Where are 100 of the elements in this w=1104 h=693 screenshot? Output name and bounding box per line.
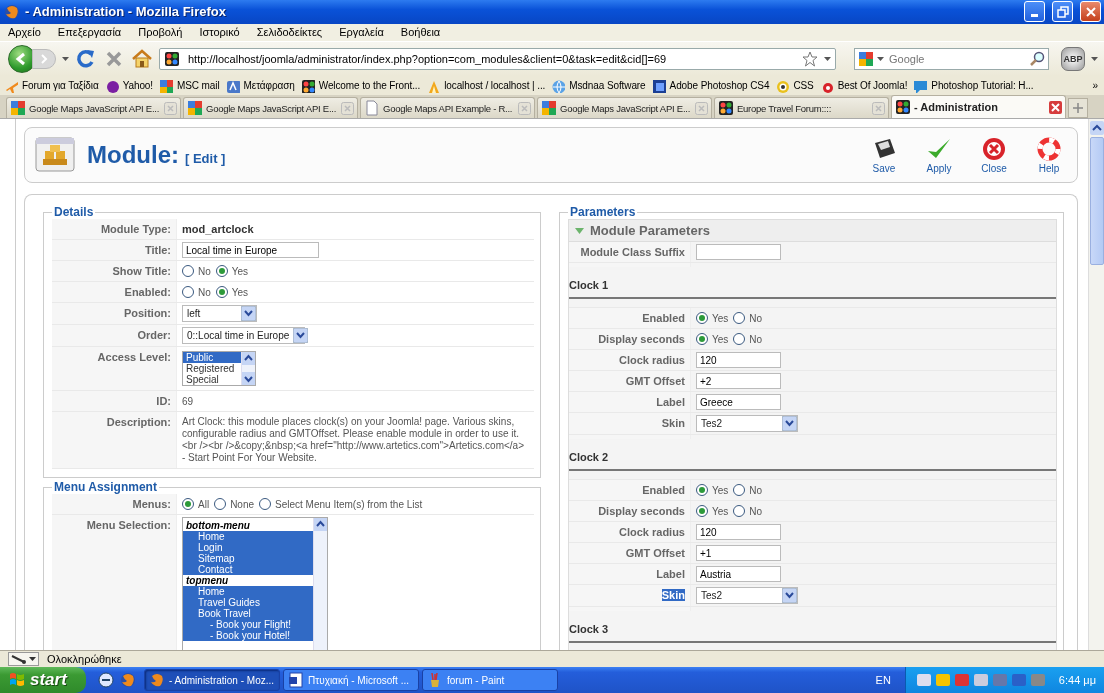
close-button[interactable]: [1080, 1, 1101, 23]
search-icon[interactable]: [1029, 50, 1045, 67]
text-field[interactable]: Greece: [696, 394, 781, 411]
radio-label[interactable]: No: [198, 265, 211, 277]
radio-button[interactable]: [696, 505, 708, 518]
list-option[interactable]: Login: [183, 542, 313, 554]
list-option[interactable]: - Book your Hotel!: [183, 630, 313, 642]
radio-button[interactable]: [215, 286, 228, 299]
language-indicator[interactable]: EN: [875, 674, 891, 686]
close-tab-icon[interactable]: [1049, 100, 1062, 114]
radio-label[interactable]: No: [749, 312, 763, 324]
taskbar-button[interactable]: Πτυχιακή - Microsoft ...: [283, 669, 419, 691]
search-bar[interactable]: Google: [854, 47, 1049, 70]
text-field[interactable]: [696, 244, 781, 261]
bookmarks-overflow-button[interactable]: »: [1092, 80, 1098, 92]
text-field[interactable]: +1: [696, 545, 781, 562]
bookmark[interactable]: Best Of Joomla!: [819, 78, 908, 93]
radio-button[interactable]: [696, 333, 708, 346]
list-option[interactable]: Contact: [183, 564, 313, 576]
radio-label[interactable]: All: [198, 498, 210, 510]
reload-button[interactable]: [75, 47, 97, 70]
radio-label[interactable]: Yes: [712, 312, 729, 324]
quick-launch-globe-icon[interactable]: [98, 672, 114, 688]
bookmark[interactable]: Photoshop Tutorial: H...: [913, 78, 1034, 93]
bookmark[interactable]: localhost / localhost | ...: [426, 78, 546, 93]
list-option[interactable]: Travel Guides: [183, 597, 313, 609]
taskbar-button[interactable]: forum - Paint: [422, 669, 558, 691]
radio-label[interactable]: Select Menu Item(s) from the List: [275, 498, 423, 510]
list-box[interactable]: Public Registered Special: [182, 351, 256, 387]
menu-list-box[interactable]: bottom-menu Home Login Sitemap Contact topmenu Home Travel Guides Book Travel - Book your Flight! - Book your Hotel!: [182, 517, 328, 651]
browser-tab[interactable]: Google Maps API Example - R...: [360, 97, 535, 119]
radio-label[interactable]: No: [198, 286, 211, 298]
close-button[interactable]: Close: [974, 136, 1014, 174]
radio-label[interactable]: Yes: [231, 265, 249, 277]
radio-button[interactable]: [733, 333, 746, 346]
bookmark[interactable]: Welcome to the Front...: [300, 78, 421, 93]
bookmark[interactable]: Adobe Photoshop CS4: [651, 78, 770, 93]
help-button[interactable]: Help: [1029, 136, 1069, 174]
radio-label[interactable]: Yes: [712, 333, 729, 345]
radio-label[interactable]: None: [230, 498, 255, 510]
start-button[interactable]: start: [0, 667, 86, 693]
caret-icon[interactable]: [877, 56, 884, 61]
star-icon[interactable]: [802, 50, 818, 67]
caret-icon[interactable]: [824, 56, 831, 61]
menu-item[interactable]: Εργαλεία: [339, 26, 384, 39]
radio-label[interactable]: Yes: [231, 286, 249, 298]
address-field[interactable]: http://localhost/joomla/administrator/index.php?option=com_modules&client=0&task=edit&cid[]=69: [186, 51, 796, 66]
radio-button[interactable]: [696, 312, 708, 325]
restore-button[interactable]: [1052, 1, 1073, 23]
list-option[interactable]: Special: [183, 374, 241, 386]
menu-item[interactable]: Ιστορικό: [199, 26, 240, 39]
home-button[interactable]: [131, 47, 153, 70]
list-option[interactable]: Home: [183, 531, 313, 543]
bookmark[interactable]: MSC mail: [159, 78, 220, 93]
radio-button[interactable]: [259, 498, 272, 511]
dropdown[interactable]: left: [182, 305, 257, 323]
dropdown[interactable]: Tes2: [696, 587, 798, 605]
tray-icon[interactable]: [915, 672, 932, 688]
radio-button[interactable]: [696, 484, 708, 497]
text-field[interactable]: +2: [696, 373, 781, 390]
radio-button[interactable]: [182, 265, 194, 278]
apply-button[interactable]: Apply: [919, 136, 959, 174]
menu-item[interactable]: Αρχείο: [8, 26, 41, 39]
menu-item[interactable]: Σελιδοδείκτες: [256, 26, 323, 39]
browser-tab[interactable]: Google Maps JavaScript API E...: [6, 97, 181, 119]
search-field[interactable]: Google: [887, 51, 1026, 66]
list-option[interactable]: Registered: [183, 363, 241, 375]
list-option[interactable]: Book Travel: [183, 608, 313, 620]
caret-icon[interactable]: [1091, 56, 1098, 61]
list-option[interactable]: Public: [183, 352, 241, 364]
radio-button[interactable]: [182, 286, 194, 299]
scrollbar[interactable]: [241, 352, 255, 386]
minimize-button[interactable]: [1024, 1, 1045, 23]
dropdown[interactable]: Tes2: [696, 415, 798, 433]
panel-header[interactable]: Module Parameters: [569, 220, 1056, 243]
quick-launch-app-icon[interactable]: [120, 672, 136, 688]
save-button[interactable]: Save: [864, 136, 904, 174]
list-option[interactable]: - Book your Flight!: [183, 619, 313, 631]
scroll-thumb[interactable]: [1089, 137, 1104, 266]
bookmark[interactable]: Yahoo!: [104, 78, 153, 93]
menu-item[interactable]: Προβολή: [138, 26, 183, 39]
browser-tab[interactable]: Google Maps JavaScript API E...: [537, 97, 712, 119]
radio-button[interactable]: [215, 265, 228, 278]
browser-tab[interactable]: - Administration: [891, 95, 1066, 119]
text-field[interactable]: 120: [696, 524, 781, 541]
radio-label[interactable]: No: [749, 505, 763, 517]
menu-item[interactable]: Βοήθεια: [400, 26, 441, 39]
radio-label[interactable]: Yes: [712, 484, 729, 496]
menu-item[interactable]: Επεξεργασία: [57, 26, 122, 39]
bookmark[interactable]: Μετάφραση: [225, 78, 295, 93]
bookmark[interactable]: Msdnaa Software: [551, 78, 646, 93]
addon-button[interactable]: ABP: [1061, 46, 1085, 71]
address-bar[interactable]: http://localhost/joomla/administrator/index.php?option=com_modules&client=0&task=edit&cid[]=69: [159, 47, 836, 70]
bookmark[interactable]: Forum για Ταξίδια: [4, 78, 99, 93]
list-option[interactable]: Sitemap: [183, 553, 313, 565]
text-field[interactable]: 120: [696, 352, 781, 369]
radio-button[interactable]: [214, 498, 227, 511]
browser-tab[interactable]: Google Maps JavaScript API E...: [183, 97, 358, 119]
text-field[interactable]: Local time in Europe: [182, 242, 319, 259]
caret-icon[interactable]: [62, 56, 69, 61]
